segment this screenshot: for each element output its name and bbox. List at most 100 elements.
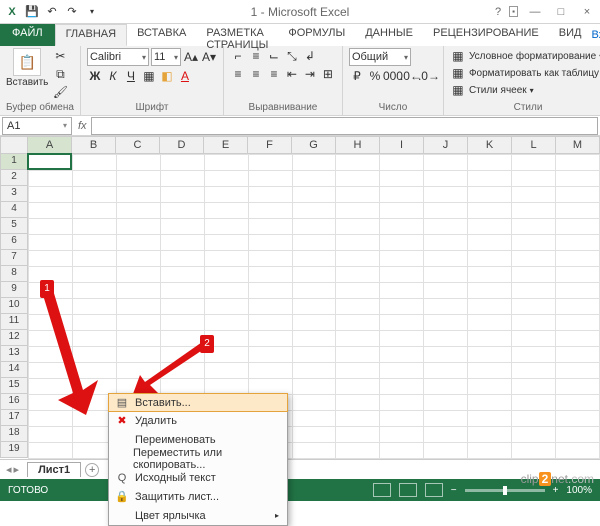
cell[interactable] <box>556 251 600 267</box>
cell[interactable] <box>292 203 336 219</box>
ribbon-options-icon[interactable]: ▪ <box>509 6 518 17</box>
cell[interactable] <box>512 363 556 379</box>
cell[interactable] <box>160 315 204 331</box>
cell[interactable] <box>380 251 424 267</box>
cell[interactable] <box>512 347 556 363</box>
cell[interactable] <box>116 299 160 315</box>
cell[interactable] <box>468 267 512 283</box>
cell[interactable] <box>292 347 336 363</box>
cell[interactable] <box>468 235 512 251</box>
italic-icon[interactable]: К <box>105 68 121 84</box>
cell[interactable] <box>424 427 468 443</box>
column-header[interactable]: L <box>512 136 556 154</box>
column-header[interactable]: D <box>160 136 204 154</box>
cell[interactable] <box>512 283 556 299</box>
cell[interactable] <box>29 235 73 251</box>
cell[interactable] <box>116 315 160 331</box>
row-header[interactable]: 19 <box>0 442 28 458</box>
cell[interactable] <box>248 251 292 267</box>
cell[interactable] <box>556 203 600 219</box>
cell[interactable] <box>380 395 424 411</box>
underline-icon[interactable]: Ч <box>123 68 139 84</box>
cell[interactable] <box>336 235 380 251</box>
cell[interactable] <box>72 187 116 203</box>
cell[interactable] <box>160 187 204 203</box>
tab-formulas[interactable]: ФОРМУЛЫ <box>278 24 355 46</box>
cell[interactable] <box>248 363 292 379</box>
cell[interactable] <box>380 235 424 251</box>
redo-icon[interactable]: ↷ <box>64 4 80 20</box>
column-header[interactable]: J <box>424 136 468 154</box>
cell[interactable] <box>468 283 512 299</box>
row-header[interactable]: 12 <box>0 330 28 346</box>
column-header[interactable]: E <box>204 136 248 154</box>
cell[interactable] <box>204 235 248 251</box>
sheet-tab[interactable]: Лист1 <box>27 462 81 477</box>
row-header[interactable]: 15 <box>0 378 28 394</box>
cell[interactable] <box>556 443 600 459</box>
cell[interactable] <box>292 251 336 267</box>
cell[interactable] <box>512 315 556 331</box>
cell[interactable] <box>468 171 512 187</box>
cell[interactable] <box>512 219 556 235</box>
cell[interactable] <box>336 363 380 379</box>
font-name-combo[interactable]: Calibri▾ <box>87 48 149 66</box>
cell[interactable] <box>424 267 468 283</box>
row-header[interactable]: 14 <box>0 362 28 378</box>
tab-home[interactable]: ГЛАВНАЯ <box>55 24 127 46</box>
font-size-combo[interactable]: 11▾ <box>151 48 181 66</box>
cell[interactable] <box>468 251 512 267</box>
align-top-icon[interactable]: ⌐ <box>230 48 246 64</box>
cell[interactable] <box>29 251 73 267</box>
grow-font-icon[interactable]: A▴ <box>183 49 199 65</box>
cell[interactable] <box>292 395 336 411</box>
cell[interactable] <box>204 299 248 315</box>
cell[interactable] <box>512 203 556 219</box>
cell[interactable] <box>556 315 600 331</box>
cell[interactable] <box>336 331 380 347</box>
cell[interactable] <box>292 235 336 251</box>
column-header[interactable]: K <box>468 136 512 154</box>
cell[interactable] <box>204 187 248 203</box>
cell[interactable] <box>468 363 512 379</box>
cell[interactable] <box>336 443 380 459</box>
cell[interactable] <box>160 155 204 171</box>
row-header[interactable]: 11 <box>0 314 28 330</box>
cell[interactable] <box>160 203 204 219</box>
row-header[interactable]: 16 <box>0 394 28 410</box>
cell[interactable] <box>512 411 556 427</box>
cell[interactable] <box>556 267 600 283</box>
tab-review[interactable]: РЕЦЕНЗИРОВАНИЕ <box>423 24 549 46</box>
align-left-icon[interactable]: ≡ <box>230 66 246 82</box>
cell[interactable] <box>424 363 468 379</box>
cell[interactable] <box>380 443 424 459</box>
cell[interactable] <box>248 267 292 283</box>
cell[interactable] <box>292 299 336 315</box>
cell[interactable] <box>468 395 512 411</box>
cell[interactable] <box>380 315 424 331</box>
align-right-icon[interactable]: ≡ <box>266 66 282 82</box>
currency-icon[interactable]: ₽ <box>349 68 365 84</box>
cell[interactable] <box>468 347 512 363</box>
cell[interactable] <box>512 395 556 411</box>
row-header[interactable]: 2 <box>0 170 28 186</box>
cell[interactable] <box>29 443 73 459</box>
cell[interactable] <box>556 331 600 347</box>
tab-view[interactable]: ВИД <box>549 24 592 46</box>
ctx-delete[interactable]: ✖Удалить <box>109 411 287 430</box>
cell[interactable] <box>116 219 160 235</box>
help-icon[interactable]: ? <box>495 6 501 18</box>
column-header[interactable]: G <box>292 136 336 154</box>
fill-color-icon[interactable]: ◧ <box>159 68 175 84</box>
border-icon[interactable]: ▦ <box>141 68 157 84</box>
cell[interactable] <box>380 171 424 187</box>
tab-data[interactable]: ДАННЫЕ <box>355 24 423 46</box>
row-header[interactable]: 1 <box>0 154 28 170</box>
bold-icon[interactable]: Ж <box>87 68 103 84</box>
cell[interactable] <box>29 219 73 235</box>
cell[interactable] <box>248 155 292 171</box>
ctx-view-code[interactable]: QИсходный текст <box>109 468 287 487</box>
conditional-formatting-button[interactable]: ▦Условное форматирование▾ <box>450 48 600 64</box>
view-page-break-icon[interactable] <box>425 483 443 497</box>
cell[interactable] <box>204 251 248 267</box>
